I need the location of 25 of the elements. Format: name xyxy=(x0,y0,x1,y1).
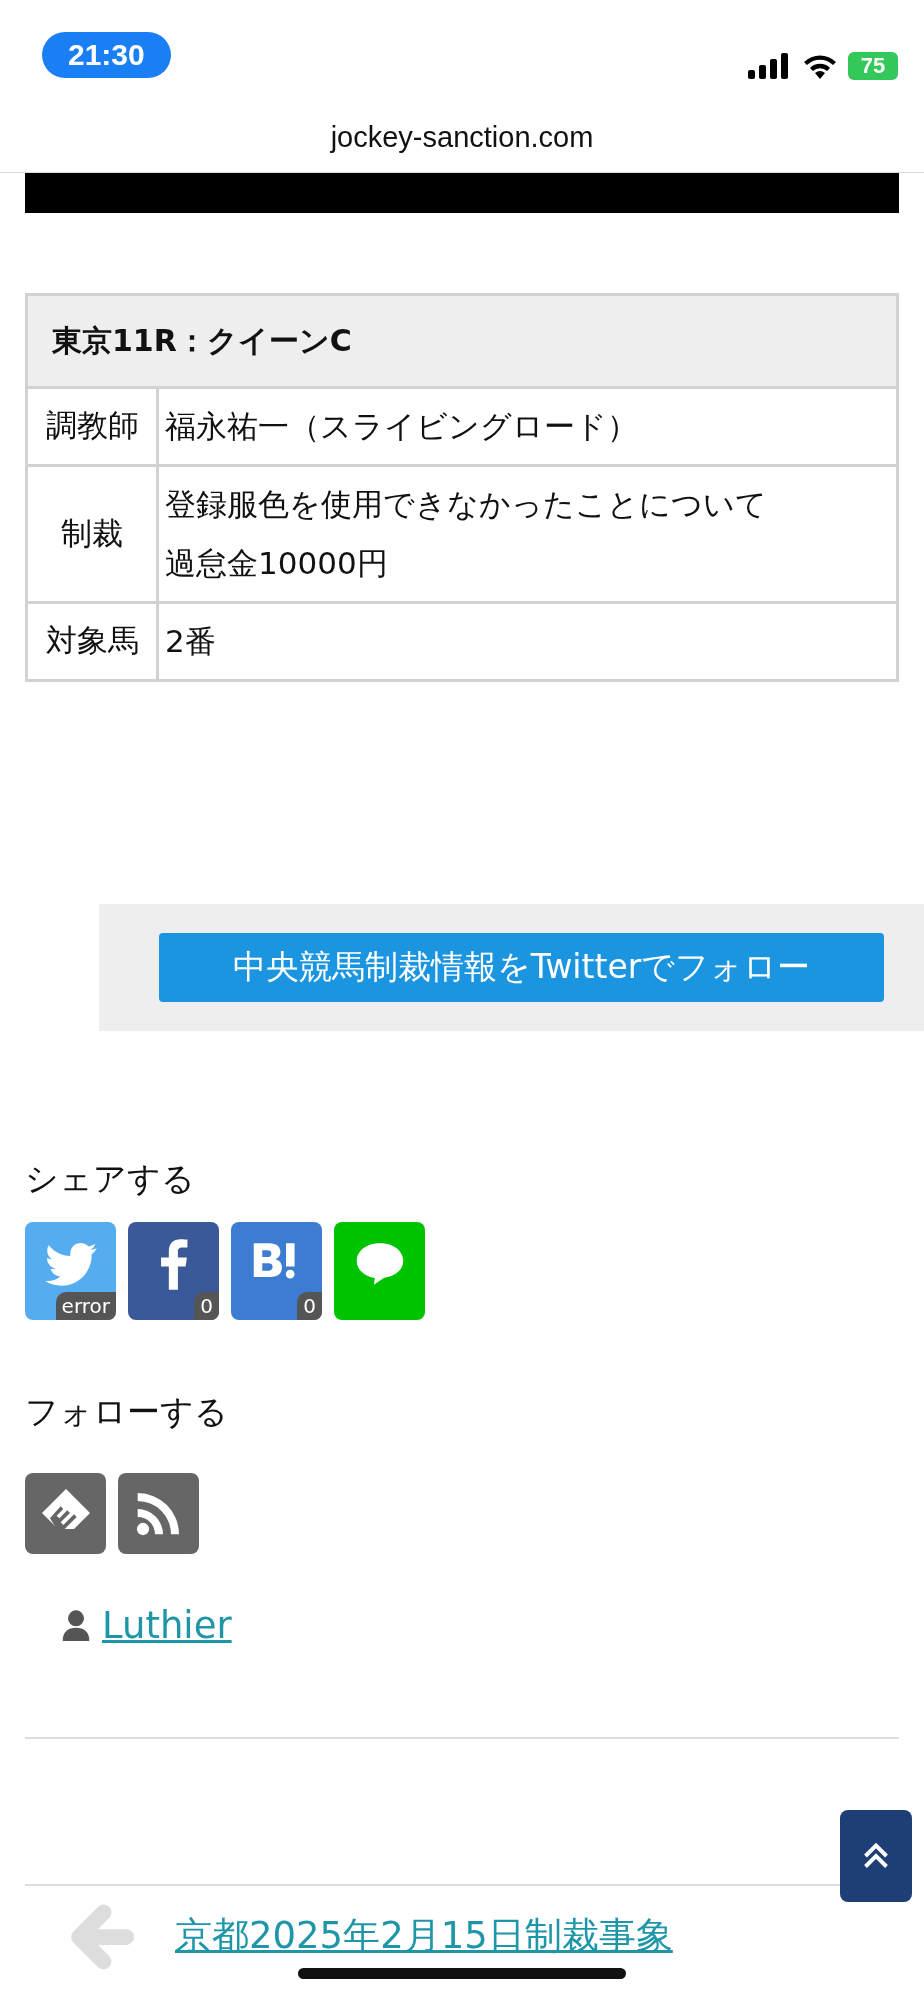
table-cell: 制裁 xyxy=(26,465,158,603)
table-cell: 登録服色を使用できなかったことについて 過怠金10000円 xyxy=(157,465,898,603)
hatena-share-button[interactable]: 0 xyxy=(231,1221,322,1320)
battery-icon: 75 xyxy=(848,52,898,80)
author-link[interactable]: Luthier xyxy=(102,1603,232,1647)
status-time: 21:30 xyxy=(42,32,171,78)
share-count: 0 xyxy=(194,1291,219,1320)
url-text[interactable]: jockey-sanction.com xyxy=(330,120,594,154)
rss-button[interactable] xyxy=(118,1472,199,1554)
twitter-share-button[interactable]: error xyxy=(25,1221,116,1320)
share-heading: シェアする xyxy=(25,1157,196,1200)
feed-button[interactable] xyxy=(25,1472,106,1554)
person-icon xyxy=(62,1609,90,1642)
scroll-to-top-button[interactable] xyxy=(840,1810,912,1902)
follow-heading: フォローする xyxy=(25,1390,229,1433)
facebook-share-button[interactable]: 0 xyxy=(128,1221,219,1320)
table-header-cell: 東京11R：クイーンC xyxy=(26,294,898,388)
wifi-icon xyxy=(802,53,838,79)
previous-post-link[interactable]: 京都2025年2月15日制裁事象 xyxy=(175,1916,673,1957)
share-count: 0 xyxy=(297,1291,322,1320)
table-cell: 調教師 xyxy=(26,387,158,466)
share-count: error xyxy=(55,1291,116,1320)
table-cell: 福永祐一（スライビングロード） xyxy=(157,387,898,466)
table-cell: 2番 xyxy=(157,602,898,681)
table-cell: 対象馬 xyxy=(26,602,158,681)
